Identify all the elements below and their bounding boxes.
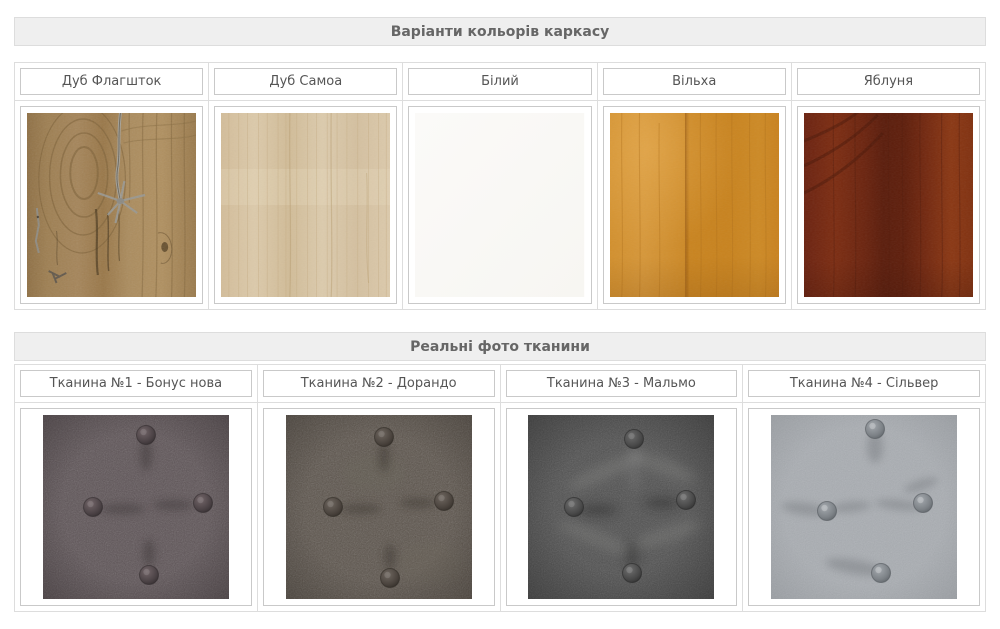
bonus-nova-fabric-image — [43, 415, 229, 599]
dorando-fabric-image — [286, 415, 472, 599]
frame-swatch-white: Білий — [403, 63, 597, 309]
frame-colors-title: Варіанти кольорів каркасу — [391, 24, 610, 40]
white-texture-image — [415, 113, 584, 297]
frame-colors-header: Варіанти кольорів каркасу — [14, 17, 986, 46]
fabric-swatch-malmo: Тканина №3 - Мальмо — [501, 365, 744, 611]
fabric-swatch-bonus-nova: Тканина №1 - Бонус нова — [15, 365, 258, 611]
apple-texture-image — [804, 113, 973, 297]
swatch-label: Тканина №1 - Бонус нова — [20, 370, 252, 397]
fabric-photos-header: Реальні фото тканини — [14, 332, 986, 361]
swatch-label: Тканина №2 - Дорандо — [263, 370, 495, 397]
fabric-swatch-dorando: Тканина №2 - Дорандо — [258, 365, 501, 611]
silver-fabric-image — [771, 415, 957, 599]
frame-swatch-oak-samoa: Дуб Самоа — [209, 63, 403, 309]
oak-flagstaff-texture-image — [27, 113, 196, 297]
swatch-label: Дуб Самоа — [214, 68, 397, 95]
fabric-photos-table: Тканина №1 - Бонус нова — [14, 364, 986, 612]
fabric-swatch-silver: Тканина №4 - Сільвер — [743, 365, 985, 611]
swatch-label: Тканина №4 - Сільвер — [748, 370, 980, 397]
frame-colors-table: Дуб Флагшток — [14, 62, 986, 310]
frame-swatch-apple: Яблуня — [792, 63, 985, 309]
swatch-label: Дуб Флагшток — [20, 68, 203, 95]
frame-swatch-oak-flagstaff: Дуб Флагшток — [15, 63, 209, 309]
alder-texture-image — [610, 113, 779, 297]
frame-swatch-alder: Вільха — [598, 63, 792, 309]
malmo-fabric-image — [528, 415, 714, 599]
swatch-label: Тканина №3 - Мальмо — [506, 370, 738, 397]
fabric-photos-section: Реальні фото тканини Тканина №1 - Бонус … — [14, 332, 986, 612]
color-options-page: Варіанти кольорів каркасу Дуб Флагшток — [0, 0, 1000, 612]
frame-colors-section: Варіанти кольорів каркасу Дуб Флагшток — [14, 17, 986, 310]
oak-samoa-texture-image — [221, 113, 390, 297]
swatch-label: Яблуня — [797, 68, 980, 95]
fabric-photos-title: Реальні фото тканини — [410, 339, 590, 355]
swatch-label: Вільха — [603, 68, 786, 95]
swatch-label: Білий — [408, 68, 591, 95]
